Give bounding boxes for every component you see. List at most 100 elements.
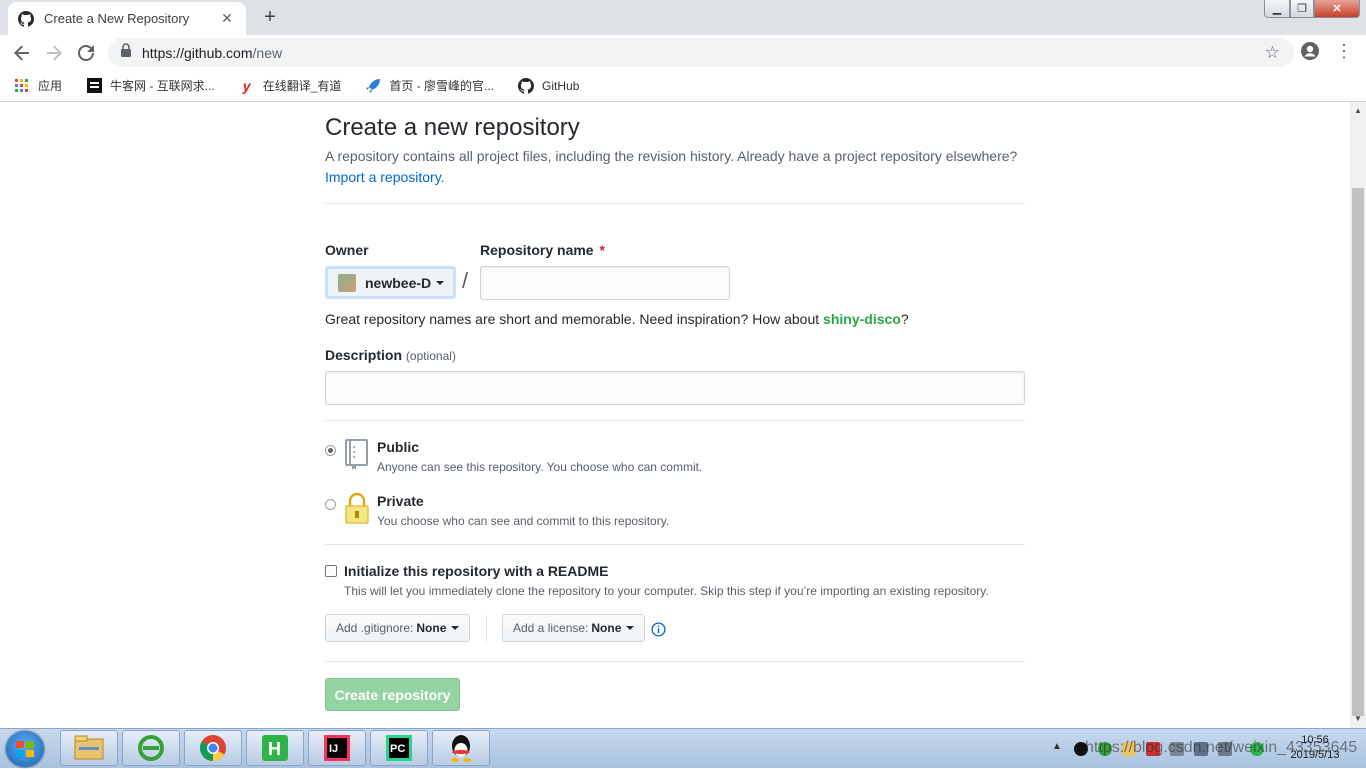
- forward-icon[interactable]: [38, 37, 70, 69]
- license-value: None: [591, 621, 622, 635]
- repo-name-label-text: Repository name: [480, 242, 594, 258]
- windows-start-icon[interactable]: [6, 731, 44, 767]
- divider: [325, 544, 1025, 545]
- scroll-down-icon[interactable]: ▼: [1354, 714, 1362, 723]
- divider: [325, 420, 1025, 421]
- windows-taskbar: H IJ PC ▲ https://blog.csdn.net/weixin_4…: [0, 728, 1366, 768]
- description-input[interactable]: [325, 371, 1025, 405]
- profile-icon[interactable]: [1300, 41, 1320, 66]
- divider: [325, 203, 1025, 204]
- lock-icon: [344, 492, 370, 529]
- bookmark-apps[interactable]: 应用: [14, 77, 62, 94]
- intellij-icon[interactable]: IJ: [308, 730, 366, 766]
- avatar: [338, 273, 356, 292]
- chrome-icon[interactable]: [184, 730, 242, 766]
- page-title: Create a new repository: [325, 114, 580, 141]
- browser-tab[interactable]: Create a New Repository ✕: [8, 2, 246, 35]
- public-title: Public: [377, 439, 420, 455]
- address-bar[interactable]: https://github.com/new ☆: [108, 38, 1294, 67]
- scrollbar-thumb[interactable]: [1352, 188, 1364, 716]
- public-radio[interactable]: [325, 445, 336, 456]
- page-subtitle: A repository contains all project files,…: [325, 146, 1035, 188]
- chevron-down-icon: [626, 626, 635, 630]
- hbuilder-icon[interactable]: H: [246, 730, 304, 766]
- bookmark-star-icon[interactable]: ☆: [1265, 43, 1280, 63]
- maximize-button[interactable]: ❐: [1290, 0, 1314, 18]
- suggested-name[interactable]: shiny-disco: [823, 311, 901, 327]
- clock-date: 2019/5/13: [1290, 749, 1340, 761]
- pycharm-icon[interactable]: PC: [370, 730, 428, 766]
- chevron-down-icon: [436, 280, 445, 285]
- divider: [486, 615, 487, 643]
- svg-text:H: H: [268, 739, 281, 759]
- file-explorer-icon[interactable]: [60, 730, 118, 766]
- note-suffix: ?: [900, 311, 909, 327]
- bookmark-nowcoder[interactable]: 牛客网 - 互联网求...: [86, 77, 215, 94]
- optional-hint: (optional): [405, 349, 456, 363]
- lock-icon[interactable]: [120, 43, 132, 62]
- qq-icon[interactable]: [432, 730, 490, 766]
- bookmark-label: GitHub: [542, 78, 580, 93]
- description-label-text: Description: [325, 347, 403, 363]
- clock-time: 10:56: [1301, 734, 1329, 746]
- license-label: Add a license:: [513, 621, 589, 635]
- reload-icon[interactable]: [70, 37, 102, 69]
- note-prefix: Great repository names are short and mem…: [325, 311, 824, 327]
- new-tab-button[interactable]: +: [258, 6, 282, 30]
- divider: [325, 661, 1025, 662]
- browser-menu-icon[interactable]: ⋮: [1334, 41, 1354, 62]
- back-icon[interactable]: [6, 37, 38, 69]
- private-radio[interactable]: [325, 499, 336, 510]
- readme-desc: This will let you immediately clone the …: [344, 584, 989, 598]
- description-label: Description (optional): [325, 347, 456, 363]
- repo-name-input[interactable]: [480, 266, 730, 300]
- close-window-button[interactable]: ✕: [1314, 0, 1360, 18]
- repo-name-label: Repository name *: [480, 242, 605, 258]
- page-viewport: Create a new repository A repository con…: [0, 102, 1350, 728]
- private-desc: You choose who can see and commit to thi…: [377, 514, 670, 528]
- bookmark-label: 应用: [38, 79, 63, 93]
- subtitle-text: A repository contains all project files,…: [325, 148, 1018, 164]
- required-mark: *: [599, 242, 605, 258]
- youdao-icon: y: [242, 77, 251, 94]
- name-suggestion-note: Great repository names are short and mem…: [325, 311, 909, 327]
- nowcoder-icon: [86, 78, 102, 94]
- bookmark-label: 首页 - 廖雪峰的官...: [389, 79, 495, 93]
- owner-label: Owner: [325, 242, 369, 258]
- apps-grid-icon: [14, 78, 30, 94]
- ie-browser-icon[interactable]: [122, 730, 180, 766]
- license-select[interactable]: Add a license: None: [502, 614, 646, 642]
- browser-toolbar: https://github.com/new ☆ ⋮: [0, 35, 1366, 70]
- bookmark-youdao[interactable]: y 在线翻译_有道: [239, 77, 342, 94]
- github-favicon-icon: [18, 10, 34, 27]
- private-title: Private: [377, 493, 424, 509]
- tab-close-icon[interactable]: ✕: [218, 10, 236, 27]
- import-repository-link[interactable]: Import a repository.: [325, 169, 445, 185]
- url-text: https://github.com/new: [142, 45, 282, 61]
- create-repository-button[interactable]: Create repository: [325, 678, 460, 711]
- bookmark-label: 在线翻译_有道: [262, 79, 342, 93]
- gitignore-label: Add .gitignore:: [336, 621, 414, 635]
- owner-repo-separator: /: [462, 268, 469, 293]
- bookmark-liaoxuefeng[interactable]: 首页 - 廖雪峰的官...: [365, 77, 494, 94]
- owner-select-button[interactable]: newbee-D: [325, 266, 456, 299]
- gitignore-value: None: [416, 621, 447, 635]
- scroll-up-icon[interactable]: ▲: [1354, 106, 1362, 115]
- info-icon[interactable]: [651, 622, 666, 642]
- gitignore-select[interactable]: Add .gitignore: None: [325, 614, 471, 642]
- repo-book-icon: [344, 438, 370, 475]
- minimize-button[interactable]: ▁: [1264, 0, 1290, 18]
- rocket-icon: [365, 78, 381, 94]
- window-controls: ▁ ❐ ✕: [1264, 0, 1360, 18]
- svg-text:IJ: IJ: [329, 743, 338, 755]
- page-scrollbar[interactable]: ▲ ▼: [1350, 102, 1366, 728]
- system-clock[interactable]: 10:56 2019/5/13: [1284, 733, 1346, 763]
- tray-expand-icon[interactable]: ▲: [1052, 741, 1062, 752]
- readme-checkbox[interactable]: [325, 565, 337, 577]
- url-path: /new: [252, 44, 283, 61]
- bookmark-label: 牛客网 - 互联网求...: [110, 79, 215, 93]
- tab-strip: Create a New Repository ✕ + ▁ ❐ ✕: [0, 0, 1366, 35]
- readme-label[interactable]: Initialize this repository with a README: [344, 563, 608, 579]
- bookmarks-bar: 应用 牛客网 - 互联网求... y 在线翻译_有道 首页 - 廖雪峰的官...…: [0, 70, 1366, 102]
- bookmark-github[interactable]: GitHub: [518, 77, 580, 94]
